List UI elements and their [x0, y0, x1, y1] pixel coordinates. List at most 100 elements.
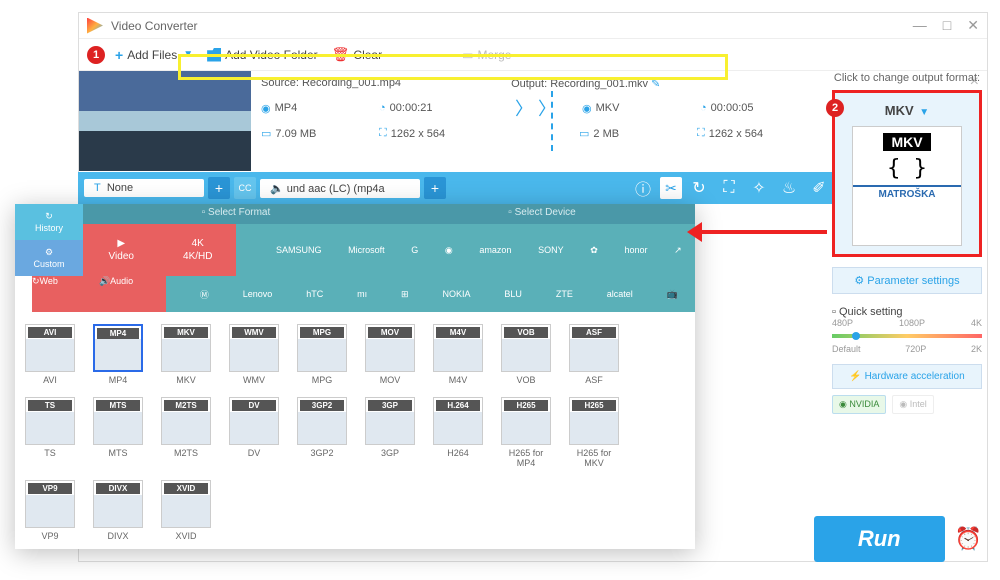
format-item-h265-for-mp4[interactable]: H265H265 for MP4 — [501, 397, 551, 468]
close-icon[interactable]: ✕ — [967, 17, 979, 34]
format-item-mov[interactable]: MOVMOV — [365, 324, 415, 385]
trim-button[interactable]: ✂ — [660, 177, 682, 199]
cc-button[interactable]: CC — [234, 177, 256, 199]
device-row-2-wrap: ↻Web 🔊Audio Ⓜ Lenovo hTC mı ⊞ NOKIA BLU … — [83, 276, 695, 312]
quality-slider[interactable] — [832, 334, 982, 338]
format-item-avi[interactable]: AVIAVI — [25, 324, 75, 385]
hd-icon: 4K — [192, 238, 204, 249]
add-folder-button[interactable]: Add Video Folder — [203, 46, 322, 64]
gear-icon: ⚙ — [45, 247, 53, 258]
format-item-m2ts[interactable]: M2TSM2TS — [161, 397, 211, 468]
format-item-h265-for-mkv[interactable]: H265H265 for MKV — [569, 397, 619, 468]
intel-badge[interactable]: ◉ Intel — [892, 395, 933, 414]
parameter-settings-button[interactable]: ⚙ Parameter settings — [832, 267, 982, 294]
add-subtitle-button[interactable]: + — [208, 177, 230, 199]
device-samsung[interactable]: SAMSUNG — [276, 245, 322, 255]
format-panel: ↻History ⚙Custom ▫ Select Format ▫ Selec… — [15, 204, 695, 549]
main-toolbar: 1 + Add Files ▼ Add Video Folder 🗑 Clear… — [79, 39, 987, 71]
format-item-mkv[interactable]: MKVMKV — [161, 324, 211, 385]
device-tv-icon[interactable]: 📺 — [667, 289, 678, 300]
minimize-icon[interactable]: — — [913, 17, 927, 34]
device-google[interactable]: G — [411, 245, 418, 255]
add-files-button[interactable]: + Add Files ▼ — [111, 45, 197, 65]
format-selector[interactable]: 2 MKV ▼ MKV { } MATROŠKA — [832, 90, 982, 257]
format-item-vp9[interactable]: VP9VP9 — [25, 480, 75, 541]
category-4k[interactable]: 4K4K/HD — [160, 224, 237, 276]
format-item-xvid[interactable]: XVIDXVID — [161, 480, 211, 541]
device-mi-icon[interactable]: mı — [357, 289, 367, 299]
merge-button[interactable]: ▭ Merge — [458, 46, 515, 64]
history-tab[interactable]: ↻History — [15, 204, 83, 240]
custom-tab[interactable]: ⚙Custom — [15, 240, 83, 276]
format-item-mp4[interactable]: MP4MP4 — [93, 324, 143, 385]
audio-select[interactable]: 🔈 und aac (LC) (mp4a — [260, 179, 420, 198]
rotate-icon[interactable]: ↻ — [686, 178, 712, 198]
watermark-icon[interactable]: ♨ — [776, 178, 802, 198]
format-icon: ◉ — [261, 102, 271, 115]
edit-toolbar: T None + CC 🔈 und aac (LC) (mp4a + ⓘ ✂ ↻… — [78, 172, 838, 204]
category-web[interactable]: ↻Web — [32, 276, 99, 312]
device-oneplus-icon[interactable]: ⊞ — [401, 289, 409, 300]
device-more-icon[interactable]: ↗ — [674, 245, 682, 256]
device-alcatel[interactable]: alcatel — [607, 289, 633, 299]
effects-icon[interactable]: ✧ — [746, 178, 772, 198]
maximize-icon[interactable]: □ — [943, 17, 951, 34]
format-item-3gp2[interactable]: 3GP23GP2 — [297, 397, 347, 468]
select-device-tab[interactable]: ▫ Select Device — [389, 204, 695, 224]
nvidia-badge[interactable]: ◉ NVIDIA — [832, 395, 886, 414]
format-item-3gp[interactable]: 3GP3GP — [365, 397, 415, 468]
device-microsoft[interactable]: Microsoft — [348, 245, 385, 255]
plus-icon: + — [115, 47, 123, 63]
folder-icon — [207, 48, 221, 62]
merge-icon: ▭ — [462, 48, 473, 62]
format-item-asf[interactable]: ASFASF — [569, 324, 619, 385]
device-sony[interactable]: SONY — [538, 245, 564, 255]
device-row-1: SAMSUNG Microsoft G ◉ amazon SONY ✿ hono… — [236, 224, 695, 276]
format-item-dv[interactable]: DVDV — [229, 397, 279, 468]
clear-button[interactable]: 🗑 Clear — [328, 44, 386, 65]
device-nokia[interactable]: NOKIA — [443, 289, 471, 299]
format-item-divx[interactable]: DIVXDIVX — [93, 480, 143, 541]
category-audio[interactable]: 🔊Audio — [99, 276, 166, 312]
category-video[interactable]: ▶Video — [83, 224, 160, 276]
format-item-vob[interactable]: VOBVOB — [501, 324, 551, 385]
device-lenovo[interactable]: Lenovo — [243, 289, 273, 299]
dimensions-icon: ⛶ — [697, 127, 705, 140]
edit-output-icon[interactable]: ✎ — [651, 78, 660, 90]
format-item-wmv[interactable]: WMVWMV — [229, 324, 279, 385]
web-icon: ↻ — [32, 276, 40, 286]
device-huawei-icon[interactable]: ✿ — [590, 245, 598, 256]
device-zte[interactable]: ZTE — [556, 289, 573, 299]
format-item-m4v[interactable]: M4VM4V — [433, 324, 483, 385]
format-item-mpg[interactable]: MPGMPG — [297, 324, 347, 385]
folder-icon: ▭ — [579, 127, 589, 140]
video-thumbnail[interactable] — [79, 71, 251, 171]
trash-icon: 🗑 — [332, 46, 350, 63]
info-icon[interactable]: ⓘ — [630, 176, 656, 200]
run-bar: Run ⏰ — [814, 516, 982, 562]
format-item-ts[interactable]: TSTS — [25, 397, 75, 468]
schedule-icon[interactable]: ⏰ — [955, 526, 982, 552]
add-audio-button[interactable]: + — [424, 177, 446, 199]
hardware-accel-button[interactable]: ⚡ Hardware acceleration — [832, 364, 982, 389]
chevron-down-icon: ▼ — [919, 107, 929, 118]
device-moto-icon[interactable]: Ⓜ — [200, 288, 209, 301]
device-htc[interactable]: hTC — [306, 289, 323, 299]
crop-icon[interactable]: ⛶ — [716, 179, 742, 197]
device-amazon[interactable]: amazon — [479, 245, 511, 255]
run-button[interactable]: Run — [814, 516, 945, 562]
format-item-mts[interactable]: MTSMTS — [93, 397, 143, 468]
device-honor[interactable]: honor — [624, 245, 647, 255]
device-blu[interactable]: BLU — [504, 289, 522, 299]
device-lg-icon[interactable]: ◉ — [445, 245, 453, 256]
clock-icon: ◔ — [379, 102, 386, 114]
titlebar: Video Converter — □ ✕ — [79, 13, 987, 39]
step-badge-2: 2 — [826, 99, 844, 117]
edit-icon[interactable]: ✐ — [806, 178, 832, 198]
dimensions-icon: ⛶ — [379, 127, 387, 140]
select-format-tab[interactable]: ▫ Select Format — [83, 204, 389, 224]
format-item-h264[interactable]: H.264H264 — [433, 397, 483, 468]
clock-icon: ◔ — [700, 102, 707, 114]
app-logo-icon — [87, 18, 103, 34]
subtitle-select[interactable]: T None — [84, 179, 204, 197]
